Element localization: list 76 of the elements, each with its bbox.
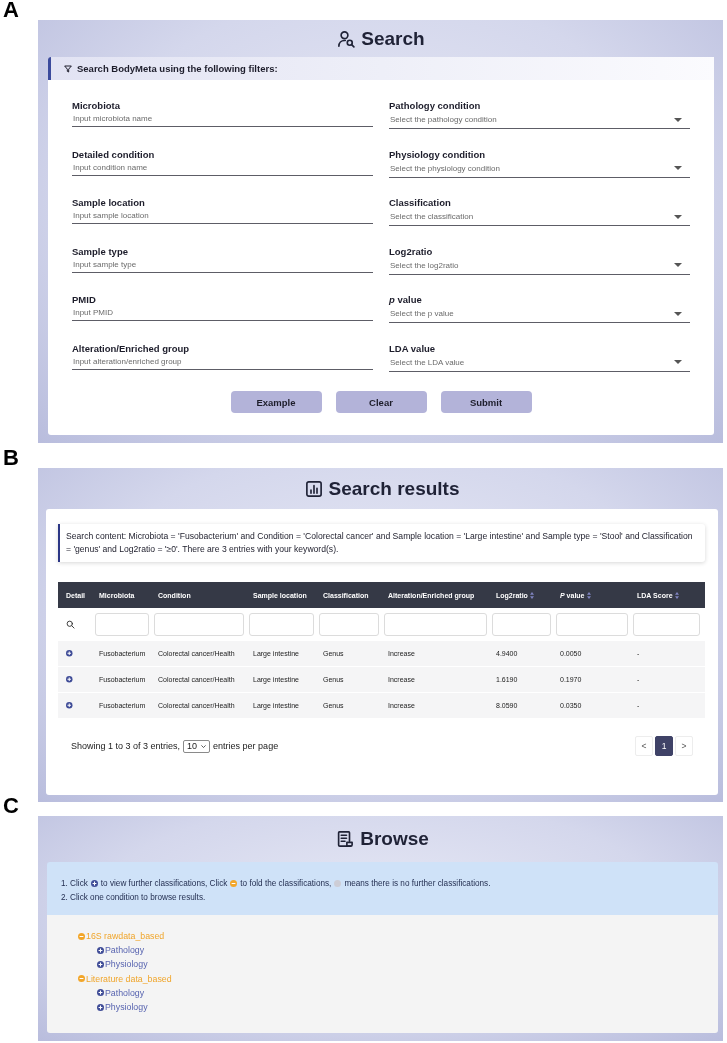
field-label: Classification xyxy=(389,197,451,209)
field-label: PMID xyxy=(72,294,96,306)
tree-link[interactable]: Pathology xyxy=(97,985,145,1000)
text-input[interactable]: Input microbiota name xyxy=(72,113,373,127)
entries-label: entries per page xyxy=(213,741,279,751)
field-label: Alteration/Enriched group xyxy=(72,342,190,355)
text-input[interactable]: Input PMID xyxy=(72,307,373,321)
select-field[interactable]: Select the log2ratio xyxy=(389,258,690,275)
column-filter-input[interactable] xyxy=(492,612,551,636)
pagination-button[interactable]: > xyxy=(675,736,693,756)
panel-label: A xyxy=(3,0,19,20)
field-label: LDA value xyxy=(389,342,436,355)
plus-circle-icon xyxy=(90,879,98,887)
field-label: Detailed condition xyxy=(72,148,155,161)
caret-icon xyxy=(674,263,682,267)
minus-circle-icon xyxy=(230,879,238,887)
action-button[interactable]: Clear xyxy=(335,391,427,413)
caret-icon xyxy=(674,311,682,316)
panel-title: Search results xyxy=(328,477,460,500)
search-icon[interactable] xyxy=(66,619,75,629)
tree-link[interactable]: Physiology xyxy=(97,957,148,972)
search-summary: Search content: Microbiota = 'Fusobacterium' and Condition = 'Colorectal cancer' and Sample location = 'Large intestine' and Sample type = 'Stool' and Classification = 'genus' and Log2ratio = '≥0'. There are 3 entries with your keyword(s). xyxy=(58,524,705,562)
sort-icon xyxy=(586,591,591,599)
select-field[interactable]: Select the classification xyxy=(389,210,690,226)
action-button[interactable]: Submit xyxy=(440,391,532,413)
field-label: Sample location xyxy=(72,197,145,209)
select-field[interactable]: Select the physiology condition xyxy=(389,161,690,178)
text-input[interactable]: Input sample location xyxy=(72,210,373,224)
action-button[interactable]: Example xyxy=(230,391,322,413)
panel-title: Search xyxy=(361,27,425,50)
select-field[interactable]: Select the LDA value xyxy=(389,355,690,372)
entries-info: Showing 1 to 3 of 3 entries, xyxy=(71,741,181,751)
instruction-text: to view further classifications, Click xyxy=(100,878,228,888)
sort-icon xyxy=(674,591,679,599)
caret-icon xyxy=(674,214,682,219)
field-label: Microbiota xyxy=(72,100,121,112)
filter-heading: Search BodyMeta using the following filters: xyxy=(77,63,278,74)
panel-label: B xyxy=(3,448,19,468)
text-input[interactable]: Input sample type xyxy=(72,258,373,273)
chevron-down-icon xyxy=(201,744,207,748)
user-search-icon xyxy=(337,29,356,48)
column-filter-input[interactable] xyxy=(95,612,149,636)
field-label: Log2ratio xyxy=(389,245,433,258)
select-field[interactable]: Select the pathology condition xyxy=(389,113,690,129)
field-label: p value xyxy=(389,294,422,306)
panel-title: Browse xyxy=(360,828,429,850)
column-filter-input[interactable] xyxy=(556,612,628,636)
document-icon xyxy=(336,830,355,848)
instruction-text: means there is no further classifications. xyxy=(344,878,491,888)
sort-icon xyxy=(529,591,534,599)
field-label: Pathology condition xyxy=(389,100,481,112)
tree-link[interactable]: Pathology xyxy=(97,943,145,958)
field-label: Physiology condition xyxy=(389,148,486,161)
caret-icon xyxy=(674,360,682,364)
panel-label: C xyxy=(3,796,19,816)
caret-icon xyxy=(674,166,682,170)
filter-icon xyxy=(64,64,72,73)
text-input[interactable]: Input alteration/enriched group xyxy=(72,355,373,370)
bar-chart-icon xyxy=(304,479,323,498)
instruction-text: 1. Click xyxy=(61,878,88,888)
tree-link[interactable]: Physiology xyxy=(97,999,148,1015)
select-field[interactable]: Select the p value xyxy=(389,307,690,323)
page-size-select[interactable]: 10 xyxy=(183,739,211,753)
pagination-button[interactable]: < xyxy=(635,736,653,756)
column-filter-input[interactable] xyxy=(633,612,700,636)
dot-icon xyxy=(334,879,342,887)
column-filter-input[interactable] xyxy=(249,612,314,636)
field-label: Sample type xyxy=(72,245,128,258)
column-filter-input[interactable] xyxy=(154,612,244,636)
caret-icon xyxy=(674,117,682,122)
instruction-text: to fold the classifications, xyxy=(240,878,332,888)
column-filter-input[interactable] xyxy=(319,612,379,636)
instruction-text: 2. Click one condition to browse results. xyxy=(61,892,206,902)
text-input[interactable]: Input condition name xyxy=(72,161,373,176)
pagination-button[interactable]: 1 xyxy=(655,736,673,756)
column-filter-input[interactable] xyxy=(384,612,487,636)
